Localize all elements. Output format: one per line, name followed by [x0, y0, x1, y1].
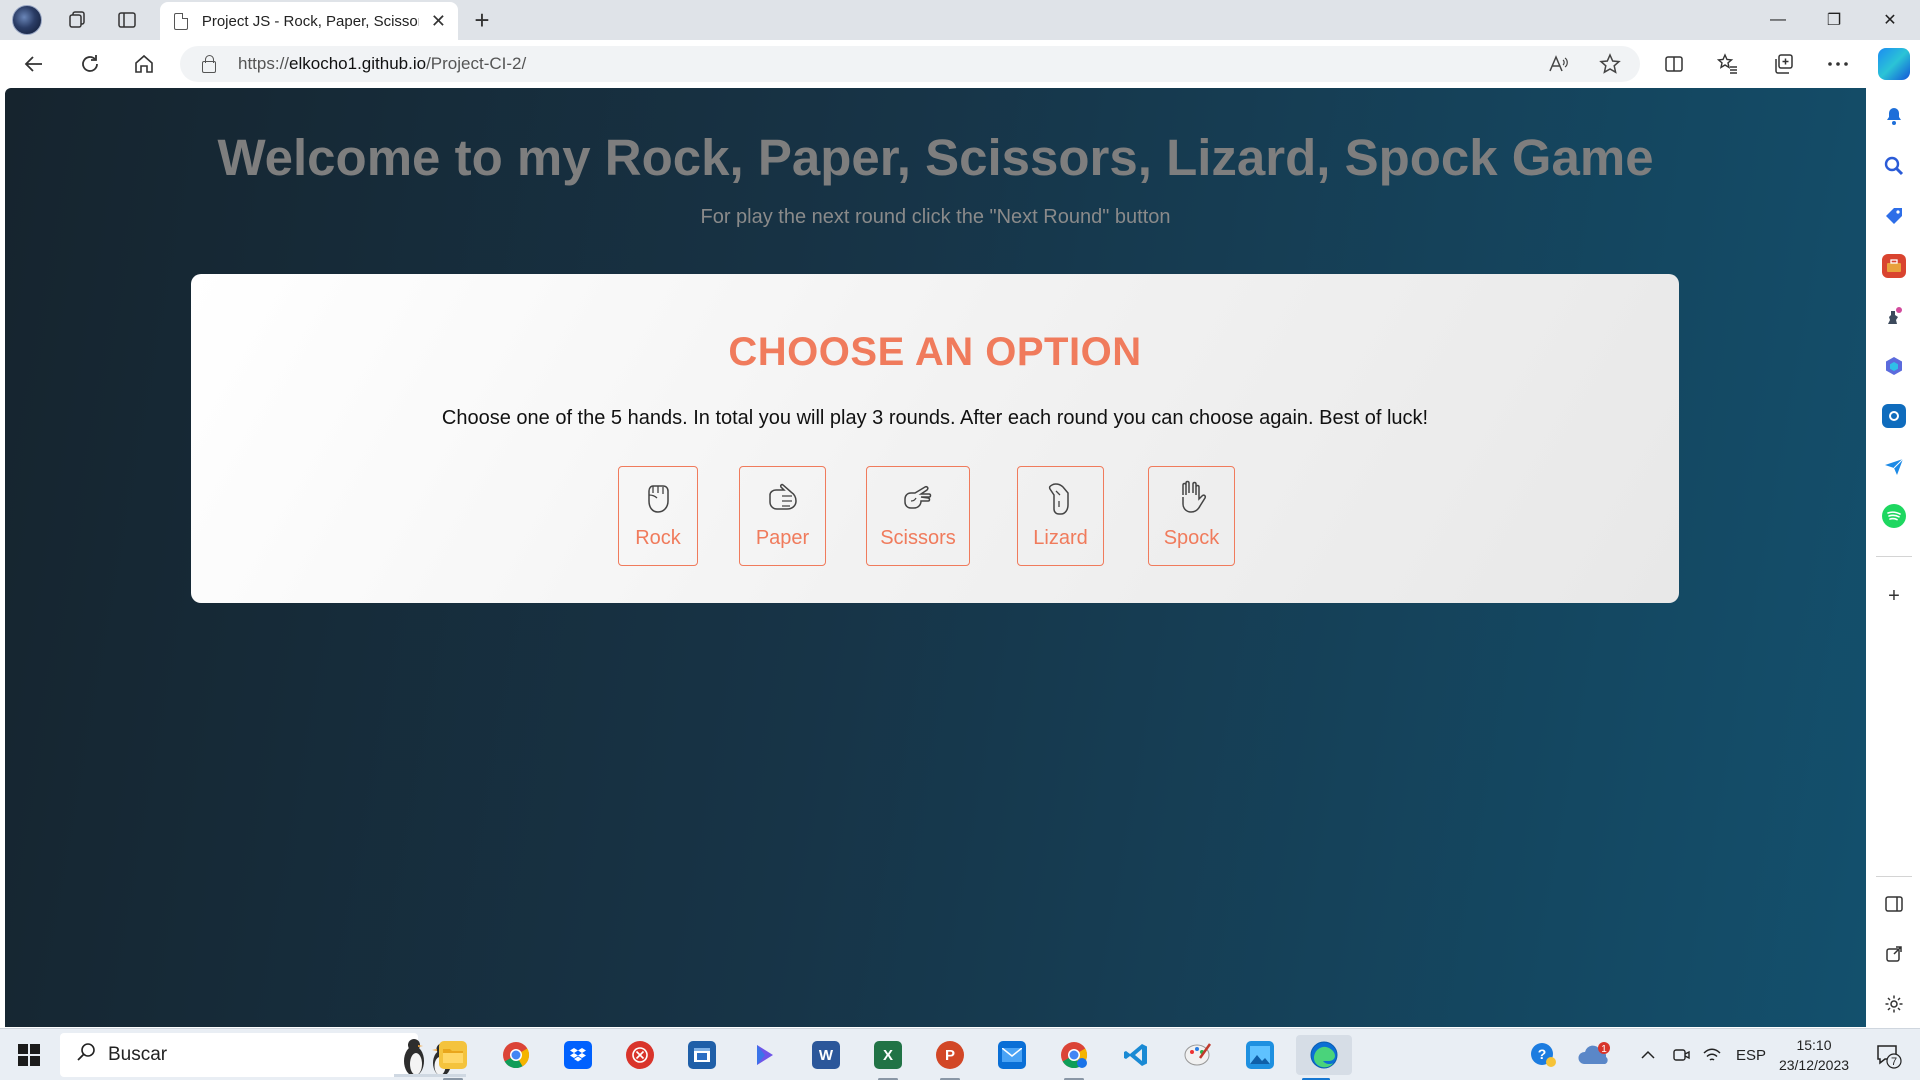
collections-icon[interactable]	[1766, 48, 1802, 80]
close-tab-icon[interactable]: ✕	[431, 11, 446, 32]
sidebar-separator	[1876, 556, 1912, 557]
favorite-star-icon[interactable]	[1592, 46, 1628, 82]
spock-label: Spock	[1163, 527, 1220, 549]
scissors-label: Scissors	[880, 527, 956, 549]
paper-label: Paper	[755, 527, 810, 549]
read-aloud-icon[interactable]	[1540, 46, 1576, 82]
dropbox-icon[interactable]	[558, 1035, 598, 1075]
page-subtitle: For play the next round click the "Next …	[700, 206, 1171, 228]
lizard-button[interactable]: Lizard	[1017, 466, 1104, 566]
choose-option-heading: CHOOSE AN OPTION	[728, 330, 1142, 374]
more-options-icon[interactable]	[1820, 48, 1856, 80]
power-automate-icon[interactable]	[744, 1035, 784, 1075]
search-icon[interactable]	[1882, 154, 1906, 178]
hide-sidebar-icon[interactable]	[1880, 890, 1908, 918]
chrome-icon[interactable]	[496, 1035, 536, 1075]
vscode-icon[interactable]	[1116, 1035, 1156, 1075]
hand-scissors-icon	[904, 486, 932, 509]
spock-button[interactable]: Spock	[1148, 466, 1235, 566]
page-title: Welcome to my Rock, Paper, Scissors, Liz…	[217, 129, 1654, 186]
close-window-button[interactable]: ✕	[1862, 0, 1918, 40]
tools-briefcase-icon[interactable]	[1882, 254, 1906, 278]
new-tab-button[interactable]: +	[466, 4, 498, 36]
tab-title: Project JS - Rock, Paper, Scissors, Liza…	[201, 12, 419, 30]
onedrive-cloud-icon[interactable]: 1	[1578, 1029, 1612, 1080]
address-bar[interactable]: https://elkocho1.github.io/Project-CI-2/	[180, 46, 1640, 82]
outlook-icon[interactable]	[1882, 404, 1906, 428]
help-icon[interactable]: ?	[1528, 1029, 1558, 1080]
taskbar-search-box[interactable]: Buscar	[60, 1033, 466, 1077]
paper-button[interactable]: Paper	[739, 466, 826, 566]
lizard-label: Lizard	[1033, 527, 1088, 549]
clock-time: 15:10	[1796, 1037, 1832, 1053]
chrome-profile-icon[interactable]	[1054, 1035, 1094, 1080]
minimize-button[interactable]: —	[1750, 0, 1806, 40]
game-instructions: Choose one of the 5 hands. In total you …	[441, 407, 1429, 429]
open-external-icon[interactable]	[1880, 940, 1908, 968]
hand-options: Rock Paper Scissors Lizard Spock	[191, 466, 1679, 566]
workspaces-icon[interactable]	[62, 5, 92, 35]
microsoft-365-icon[interactable]	[1882, 354, 1906, 378]
windows-taskbar: Buscar W X P ? 1 ESP 15:10 23/12/2023 7	[0, 1028, 1920, 1080]
add-sidebar-item-icon[interactable]: +	[1880, 582, 1908, 610]
hand-paper-icon	[768, 483, 797, 510]
vertical-tabs-icon[interactable]	[112, 5, 142, 35]
web-page: Welcome to my Rock, Paper, Scissors, Liz…	[5, 88, 1866, 1027]
sidebar-separator	[1876, 876, 1912, 877]
powerpoint-icon[interactable]: P	[930, 1035, 970, 1080]
clock-date: 23/12/2023	[1778, 1057, 1850, 1073]
choose-option-card: CHOOSE AN OPTION Choose one of the 5 han…	[191, 274, 1679, 603]
rock-button[interactable]: Rock	[618, 466, 698, 566]
lock-icon[interactable]	[202, 54, 216, 73]
meet-now-icon[interactable]	[1672, 1029, 1690, 1080]
wifi-icon[interactable]	[1702, 1029, 1722, 1080]
svg-text:?: ?	[1538, 1046, 1547, 1062]
copilot-icon[interactable]	[1878, 48, 1910, 80]
paint-icon[interactable]	[1178, 1035, 1218, 1075]
edge-sidebar: +	[1868, 88, 1920, 1028]
taskbar-clock[interactable]: 15:10 23/12/2023	[1768, 1035, 1860, 1075]
photos-icon[interactable]	[1240, 1035, 1280, 1075]
edge-icon[interactable]	[1296, 1035, 1352, 1080]
file-explorer-icon[interactable]	[433, 1035, 473, 1080]
refresh-icon[interactable]	[72, 48, 108, 80]
scissors-button[interactable]: Scissors	[866, 466, 970, 566]
settings-gear-icon[interactable]	[1880, 990, 1908, 1018]
window-app-icon[interactable]	[682, 1035, 722, 1075]
notifications-bell-icon[interactable]	[1882, 104, 1906, 128]
shopping-tag-icon[interactable]	[1882, 204, 1906, 228]
app-x-icon[interactable]	[620, 1035, 660, 1075]
browser-toolbar: https://elkocho1.github.io/Project-CI-2/	[0, 40, 1920, 88]
favorites-icon[interactable]	[1710, 48, 1746, 80]
cloud-badge-count: 1	[1601, 1044, 1607, 1055]
word-icon[interactable]: W	[806, 1035, 846, 1075]
home-icon[interactable]	[126, 48, 162, 80]
browser-title-bar: Project JS - Rock, Paper, Scissors, Liza…	[0, 0, 1920, 40]
split-screen-icon[interactable]	[1656, 48, 1692, 80]
hand-lizard-icon	[1048, 483, 1069, 515]
mail-icon[interactable]	[992, 1035, 1032, 1075]
page-icon	[174, 12, 188, 30]
windows-start-icon[interactable]	[18, 1044, 40, 1066]
rock-label: Rock	[635, 527, 681, 549]
url-text[interactable]: https://elkocho1.github.io/Project-CI-2/	[238, 54, 526, 74]
hand-spock-icon	[1181, 480, 1206, 513]
search-placeholder: Buscar	[108, 1044, 168, 1065]
language-indicator[interactable]: ESP	[1736, 1029, 1766, 1080]
search-magnifier-icon	[76, 1042, 96, 1068]
excel-icon[interactable]: X	[868, 1035, 908, 1080]
back-arrow-icon[interactable]	[16, 48, 52, 80]
notifications-center-icon[interactable]: 7	[1874, 1029, 1902, 1080]
notification-count: 7	[1891, 1056, 1897, 1068]
browser-tab-active[interactable]: Project JS - Rock, Paper, Scissors, Liza…	[160, 2, 458, 40]
restore-button[interactable]: ❐	[1806, 0, 1862, 40]
games-chess-icon[interactable]	[1882, 304, 1906, 328]
show-hidden-icons-chevron-icon[interactable]	[1640, 1029, 1656, 1080]
spotify-icon[interactable]	[1882, 504, 1906, 528]
send-paper-plane-icon[interactable]	[1882, 454, 1906, 478]
hand-rock-icon	[648, 485, 669, 513]
profile-avatar[interactable]	[12, 5, 42, 35]
